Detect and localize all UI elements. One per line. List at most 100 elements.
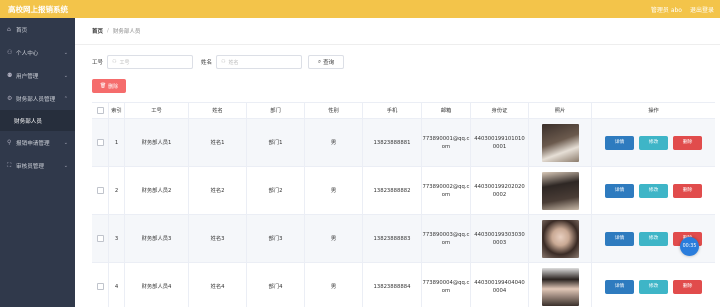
edit-button[interactable]: 修改 <box>639 135 668 150</box>
cell-gender: 男 <box>305 119 363 166</box>
app-title: 高校网上报销系统 <box>8 4 68 14</box>
cell-idcard: 440300199101010 0001 <box>471 119 529 166</box>
cell-name: 姓名1 <box>189 119 247 166</box>
cell-dept: 部门2 <box>247 167 305 214</box>
breadcrumb-home[interactable]: 首页 <box>92 27 103 35</box>
cell-idcard: 440300199303030 0003 <box>471 215 529 262</box>
edit-button[interactable]: 修改 <box>639 279 668 294</box>
sidebar-item-reimbursement-management[interactable]: ⚲ 报销申请管理 ⌄ <box>0 131 75 154</box>
edit-label: 修改 <box>648 235 659 241</box>
table-header-row: 索引 工号 姓名 部门 性别 手机 邮箱 身份证 照片 操作 <box>92 103 715 119</box>
name-input[interactable]: ⚇ 姓名 <box>216 55 303 69</box>
delete-label: 删除 <box>682 139 693 145</box>
sidebar-item-user-management[interactable]: ⚉ 用户管理 ⌄ <box>0 64 75 87</box>
user-icon: ⚇ <box>7 49 13 56</box>
idcard-line: 440300199404040 <box>474 279 525 286</box>
cell-idcard: 440300199404040 0004 <box>471 263 529 307</box>
name-label: 姓名 <box>201 60 213 66</box>
detail-label: 详情 <box>614 235 625 241</box>
cell-dept: 部门3 <box>247 215 305 262</box>
pin-icon: ⚲ <box>7 139 12 146</box>
sidebar-item-auditor-management[interactable]: ⛶ 审核员管理 ⌄ <box>0 154 75 177</box>
sidebar: ⌂ 首页 ⚇ 个人中心 ⌄ ⚉ 用户管理 ⌄ ⚙ 财务部人员管理 ⌃ 财务部人员… <box>0 18 75 307</box>
email-line: 773890002@qq.c <box>422 183 470 190</box>
checkbox[interactable] <box>96 107 104 114</box>
top-bar: 高校网上报销系统 管理员 abo 退出登录 <box>0 0 720 18</box>
expand-icon: ⛶ <box>7 161 12 169</box>
cell-dept: 部门4 <box>247 263 305 307</box>
cell-idcard: 440300199202020 0002 <box>471 167 529 214</box>
row-select[interactable] <box>92 215 109 262</box>
cell-gonghao: 财务部人员1 <box>125 119 189 166</box>
users-icon: ⚉ <box>7 72 13 79</box>
delete-button[interactable]: 删除 <box>673 279 702 294</box>
query-button[interactable]: ⌕ 查询 <box>308 55 345 69</box>
staff-photo <box>541 123 579 162</box>
cell-gonghao: 财务部人员3 <box>125 215 189 262</box>
chevron-down-icon: ⌄ <box>63 139 68 146</box>
detail-button[interactable]: 详情 <box>605 183 634 198</box>
checkbox[interactable] <box>96 235 104 242</box>
batch-delete-button[interactable]: 🗑 删除 <box>92 79 126 93</box>
sidebar-item-label: 用户管理 <box>16 73 39 80</box>
floating-timer-badge[interactable]: 00:35 <box>680 237 699 256</box>
edit-button[interactable]: 修改 <box>639 183 668 198</box>
detail-button[interactable]: 详情 <box>605 135 634 150</box>
table-row: 1 财务部人员1 姓名1 部门1 男 13823888881 773890001… <box>92 119 715 167</box>
cell-email: 773890002@qq.c om <box>422 167 471 214</box>
sidebar-item-finance-staff-management[interactable]: ⚙ 财务部人员管理 ⌃ <box>0 87 75 110</box>
breadcrumb-current: 财务部人员 <box>112 29 141 35</box>
row-select[interactable] <box>92 263 109 307</box>
checkbox[interactable] <box>96 187 104 194</box>
header-cell: 手机 <box>363 103 422 118</box>
sidebar-item-label: 财务部人员管理 <box>16 96 56 103</box>
email-line: 773890001@qq.c <box>422 135 470 142</box>
row-select[interactable] <box>92 167 109 214</box>
header-cell: 工号 <box>125 103 189 118</box>
cell-gender: 男 <box>305 215 363 262</box>
header-cell: 索引 <box>109 103 125 118</box>
cell-name: 姓名4 <box>189 263 247 307</box>
idcard-line: 0004 <box>492 287 507 294</box>
email-line: om <box>441 191 451 198</box>
cell-photo <box>529 263 592 307</box>
delete-button[interactable]: 删除 <box>673 183 702 198</box>
detail-label: 详情 <box>614 139 625 145</box>
name-placeholder: 姓名 <box>228 59 239 66</box>
gear-icon: ⚙ <box>7 95 13 102</box>
header-select-all[interactable] <box>92 103 109 118</box>
sidebar-item-profile[interactable]: ⚇ 个人中心 ⌄ <box>0 41 75 64</box>
staff-photo <box>541 267 579 306</box>
cell-index: 3 <box>109 215 125 262</box>
cell-actions: 详情 修改 删除 <box>592 167 715 214</box>
detail-button[interactable]: 详情 <box>605 279 634 294</box>
sidebar-item-label: 个人中心 <box>16 50 39 57</box>
checkbox[interactable] <box>96 139 104 146</box>
cell-gender: 男 <box>305 167 363 214</box>
cell-phone: 13823888884 <box>363 263 422 307</box>
header-cell: 部门 <box>247 103 305 118</box>
cell-dept: 部门1 <box>247 119 305 166</box>
search-filters: 工号 ⚇ 工号 姓名 ⚇ 姓名 ⌕ 查询 <box>92 55 345 69</box>
detail-label: 详情 <box>614 187 625 193</box>
sidebar-subitem-finance-staff[interactable]: 财务部人员 <box>0 110 75 131</box>
cell-gonghao: 财务部人员2 <box>125 167 189 214</box>
cell-email: 773890001@qq.c om <box>422 119 471 166</box>
cell-index: 4 <box>109 263 125 307</box>
table-row: 2 财务部人员2 姓名2 部门2 男 13823888882 773890002… <box>92 167 715 215</box>
header-cell: 操作 <box>648 107 659 114</box>
cell-name: 姓名2 <box>189 167 247 214</box>
row-select[interactable] <box>92 119 109 166</box>
checkbox[interactable] <box>96 283 104 290</box>
edit-label: 修改 <box>648 283 659 289</box>
edit-button[interactable]: 修改 <box>639 231 668 246</box>
gonghao-placeholder: 工号 <box>119 59 130 66</box>
staff-photo <box>541 171 579 210</box>
gonghao-input[interactable]: ⚇ 工号 <box>107 55 194 69</box>
sidebar-item-home[interactable]: ⌂ 首页 <box>0 18 75 41</box>
logout-link[interactable]: 退出登录 <box>690 5 714 14</box>
detail-button[interactable]: 详情 <box>605 231 634 246</box>
delete-label: 删除 <box>682 283 693 289</box>
delete-button[interactable]: 删除 <box>673 135 702 150</box>
header-cell: 照片 <box>529 103 592 118</box>
